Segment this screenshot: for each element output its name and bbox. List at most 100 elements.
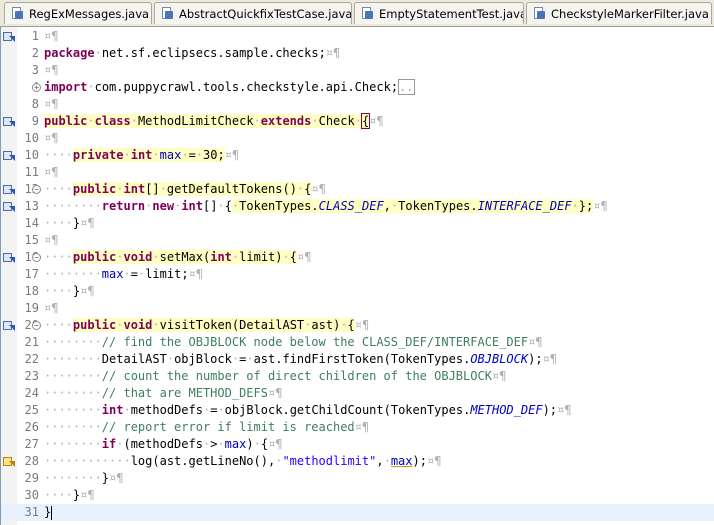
- field-max: max: [159, 148, 182, 162]
- code-text: ····public·void·setMax(int·limit)·{¤¶: [44, 250, 312, 264]
- line-number: 10: [24, 131, 39, 145]
- tab-abstractquickfixtestcase[interactable]: AbstractQuickfixTestCase.java: [154, 2, 352, 24]
- code-text: ········DetailAST·objBlock·=·ast.findFir…: [44, 352, 558, 366]
- tab-label: RegExMessages.java: [29, 6, 150, 21]
- import-name: com.puppycrawl.tools.checkstyle.api.Chec…: [94, 80, 391, 94]
- line-number: 27: [24, 437, 39, 451]
- line-number: 31: [24, 505, 39, 519]
- code-line: 16 − ····public·void·setMax(int·limit)·{…: [1, 249, 714, 266]
- tab-label: EmptyStatementTest.java: [379, 6, 524, 21]
- line-number: 29: [24, 471, 39, 485]
- code-text: ············log(ast.getLineNo(),·"method…: [44, 454, 442, 468]
- code-line: 23 ········// count the number of direct…: [1, 368, 714, 385]
- code-text: ¤¶: [44, 29, 59, 43]
- method-name: setMax: [159, 250, 203, 264]
- fold-expand-icon[interactable]: +: [32, 83, 41, 92]
- java-file-icon: [361, 7, 373, 20]
- field-max: max: [224, 437, 247, 451]
- code-text: ¤¶: [44, 233, 59, 247]
- code-line: 13 ········return·new·int[]·{·TokenTypes…: [1, 198, 714, 215]
- line-number: 3: [31, 63, 39, 77]
- line-number: 30: [24, 488, 39, 502]
- line-number: 19: [24, 301, 39, 315]
- code-line: 10 ····private·int·max·=·30;¤¶: [1, 147, 714, 164]
- line-number: 8: [31, 97, 39, 111]
- code-line: 17 ········max·=·limit;¤¶: [1, 266, 714, 283]
- code-line: 29 ········}¤¶: [1, 470, 714, 487]
- code-comment: // report error if limit is reached: [101, 420, 355, 434]
- param-name: limit: [239, 250, 276, 264]
- code-line: 3 ¤¶: [1, 62, 714, 79]
- checkstyle-marker-icon[interactable]: [3, 115, 15, 127]
- class-name: MethodLimitCheck: [137, 114, 254, 128]
- code-line: 8 ¤¶: [1, 96, 714, 113]
- param-name: limit: [145, 267, 182, 281]
- code-text: ········}¤¶: [44, 471, 124, 485]
- field-value: 30: [203, 148, 218, 162]
- line-number: 14: [24, 216, 39, 230]
- code-text: ····}¤¶: [44, 284, 95, 298]
- code-text: ········// that are METHOD_DEFS¤¶: [44, 386, 283, 400]
- code-text: ········max·=·limit;¤¶: [44, 267, 203, 281]
- checkstyle-marker-icon[interactable]: [3, 149, 15, 161]
- super-class: Check: [318, 114, 355, 128]
- code-line: 19 ¤¶: [1, 300, 714, 317]
- code-text: ········// find the OBJBLOCK node below …: [44, 335, 543, 349]
- code-text: public·class·MethodLimitCheck·extends·Ch…: [44, 113, 384, 129]
- token-const: CLASS_DEF: [318, 199, 384, 213]
- code-text: package·net.sf.eclipsecs.sample.checks;¤…: [44, 46, 341, 60]
- param-type: DetailAST: [239, 318, 305, 332]
- java-code-editor[interactable]: 1 ¤¶ 2 package·net.sf.eclipsecs.sample.c…: [0, 27, 714, 525]
- code-line: 25 ········int·methodDefs·=·objBlock.get…: [1, 402, 714, 419]
- code-text: ····public·void·visitToken(DetailAST·ast…: [44, 318, 370, 332]
- code-line: 15 ¤¶: [1, 232, 714, 249]
- tab-checkstylemarkerfilter[interactable]: CheckstyleMarkerFilter.java: [526, 2, 712, 24]
- code-text: ········// report error if limit is reac…: [44, 420, 370, 434]
- code-line: 24 ········// that are METHOD_DEFS¤¶: [1, 385, 714, 402]
- fold-collapse-icon[interactable]: −: [32, 185, 41, 194]
- code-line: 4 + import·com.puppycrawl.tools.checksty…: [1, 79, 714, 96]
- line-number: 17: [24, 267, 39, 281]
- fold-collapse-icon[interactable]: −: [32, 321, 41, 330]
- line-number: 21: [24, 335, 39, 349]
- code-line: 20 − ····public·void·visitToken(DetailAS…: [1, 317, 714, 334]
- line-number: 11: [24, 165, 39, 179]
- string-literal: "methodlimit": [282, 454, 377, 468]
- code-text: ········// count the number of direct ch…: [44, 369, 507, 383]
- checkstyle-marker-icon[interactable]: [3, 200, 15, 212]
- tab-label: CheckstyleMarkerFilter.java: [551, 6, 709, 21]
- line-number: 25: [24, 403, 39, 417]
- line-number: 24: [24, 386, 39, 400]
- method-name: getDefaultTokens: [166, 182, 283, 196]
- code-line: 18 ····}¤¶: [1, 283, 714, 300]
- package-name: net.sf.eclipsecs.sample.checks: [101, 46, 319, 60]
- code-text: import·com.puppycrawl.tools.checkstyle.a…: [44, 79, 415, 95]
- checkstyle-marker-icon[interactable]: [3, 30, 15, 42]
- warning-marker-icon[interactable]: [3, 455, 15, 467]
- code-line: 27 ········if·(methodDefs·>·max)·{¤¶: [1, 436, 714, 453]
- line-number: 1: [31, 29, 39, 43]
- fold-collapse-icon[interactable]: −: [32, 253, 41, 262]
- code-comment: // count the number of direct children o…: [101, 369, 492, 383]
- text-caret: [51, 505, 53, 520]
- line-number: 18: [24, 284, 39, 298]
- editor-tab-bar: RegExMessages.java AbstractQuickfixTestC…: [0, 0, 714, 27]
- code-text: ····public·int[]·getDefaultTokens()·{¤¶: [44, 182, 326, 196]
- line-number: 15: [24, 233, 39, 247]
- line-number: 28: [24, 454, 39, 468]
- method-name: visitToken: [159, 318, 232, 332]
- line-number: 22: [24, 352, 39, 366]
- code-text: ········return·new·int[]·{·TokenTypes.CL…: [44, 199, 608, 213]
- code-line: 2 package·net.sf.eclipsecs.sample.checks…: [1, 45, 714, 62]
- code-text: ¤¶: [44, 165, 59, 179]
- code-text: ¤¶: [44, 63, 59, 77]
- tab-emptystatementtest[interactable]: EmptyStatementTest.java: [354, 2, 524, 24]
- tab-regexmessages[interactable]: RegExMessages.java: [4, 2, 152, 24]
- code-line: 26 ········// report error if limit is r…: [1, 419, 714, 436]
- code-line: 12 − ····public·int[]·getDefaultTokens()…: [1, 181, 714, 198]
- checkstyle-marker-icon[interactable]: [3, 319, 15, 331]
- checkstyle-marker-icon[interactable]: [3, 251, 15, 263]
- code-line: 1 ¤¶: [1, 28, 714, 45]
- token-const: INTERFACE_DEF: [477, 199, 572, 213]
- checkstyle-marker-icon[interactable]: [3, 183, 15, 195]
